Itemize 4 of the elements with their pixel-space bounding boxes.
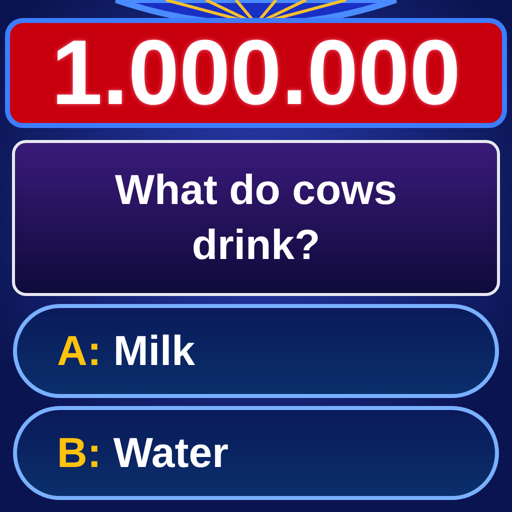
answer-option[interactable]: A: Milk <box>13 304 499 398</box>
answer-option[interactable]: B: Water <box>13 406 499 500</box>
prize-amount: 1.000.000 <box>51 27 461 119</box>
question-text: What do cows drink? <box>114 165 398 270</box>
